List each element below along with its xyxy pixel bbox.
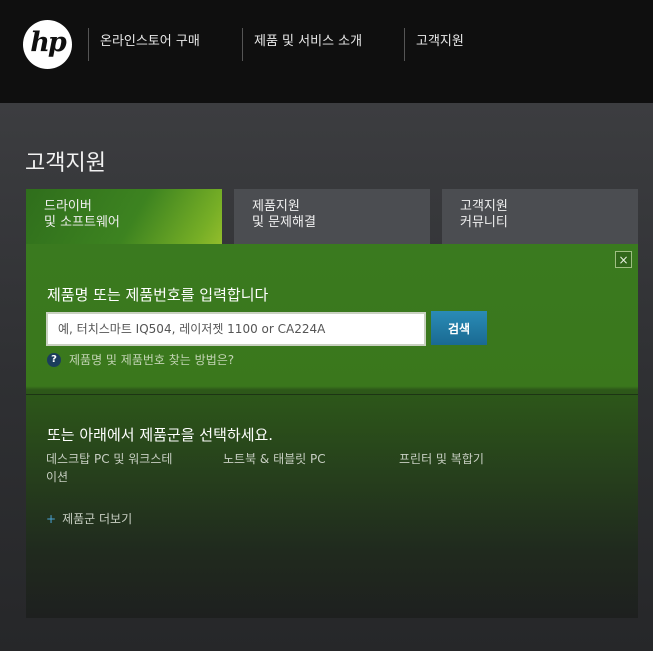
- tab-support-community[interactable]: 고객지원 커뮤니티: [442, 189, 638, 244]
- category-heading: 또는 아래에서 제품군을 선택하세요.: [47, 426, 274, 444]
- nav-separator: [404, 28, 405, 61]
- tab-label-line1: 드라이버: [44, 199, 92, 214]
- search-button[interactable]: 검색: [431, 311, 487, 345]
- nav-online-store[interactable]: 온라인스토어 구매: [100, 30, 200, 49]
- tab-label-line2: 커뮤니티: [460, 215, 508, 230]
- tab-label-line2: 및 소프트웨어: [44, 215, 120, 230]
- nav-separator: [88, 28, 89, 61]
- category-printer-mfp[interactable]: 프린터 및 복합기: [399, 450, 484, 468]
- top-navigation-bar: hp 온라인스토어 구매 제품 및 서비스 소개 고객지원: [0, 0, 653, 103]
- search-heading: 제품명 또는 제품번호를 입력합니다: [47, 286, 269, 304]
- more-categories-link[interactable]: 제품군 더보기: [62, 510, 132, 527]
- close-icon[interactable]: ×: [615, 251, 632, 268]
- drivers-panel: × 제품명 또는 제품번호를 입력합니다 검색 ? 제품명 및 제품번호 찾는 …: [26, 244, 638, 618]
- page-title: 고객지원: [25, 151, 106, 176]
- question-icon: ?: [47, 352, 61, 367]
- help-row: ? 제품명 및 제품번호 찾는 방법은?: [47, 351, 234, 368]
- category-label-line1: 프린터 및 복합기: [399, 452, 484, 466]
- category-label-line1: 데스크탑 PC 및 워크스테: [46, 452, 173, 466]
- main-content: 고객지원 드라이버 및 소프트웨어 제품지원 및 문제해결 고객지원 커뮤니티 …: [0, 103, 653, 651]
- tab-product-support[interactable]: 제품지원 및 문제해결: [234, 189, 430, 244]
- category-desktop-workstation[interactable]: 데스크탑 PC 및 워크스테 이션: [46, 450, 172, 486]
- nav-support[interactable]: 고객지원: [416, 30, 464, 49]
- tab-label-line1: 제품지원: [252, 199, 300, 214]
- more-categories-row[interactable]: + 제품군 더보기: [46, 510, 132, 527]
- category-notebook-tablet[interactable]: 노트북 & 태블릿 PC: [223, 450, 326, 468]
- nav-products-services[interactable]: 제품 및 서비스 소개: [254, 30, 362, 49]
- tab-label-line2: 및 문제해결: [252, 215, 316, 230]
- category-label-line1: 노트북 & 태블릿 PC: [223, 452, 326, 466]
- product-search-input[interactable]: [46, 312, 426, 346]
- hp-logo-text: hp: [30, 27, 66, 58]
- find-product-number-link[interactable]: 제품명 및 제품번호 찾는 방법은?: [69, 351, 234, 368]
- plus-icon: +: [46, 511, 57, 526]
- category-label-line2: 이션: [46, 470, 69, 484]
- tab-drivers-software[interactable]: 드라이버 및 소프트웨어: [26, 189, 222, 244]
- section-divider: [26, 394, 638, 395]
- nav-separator: [242, 28, 243, 61]
- tab-label-line1: 고객지원: [460, 199, 508, 214]
- hp-logo[interactable]: hp: [23, 20, 72, 69]
